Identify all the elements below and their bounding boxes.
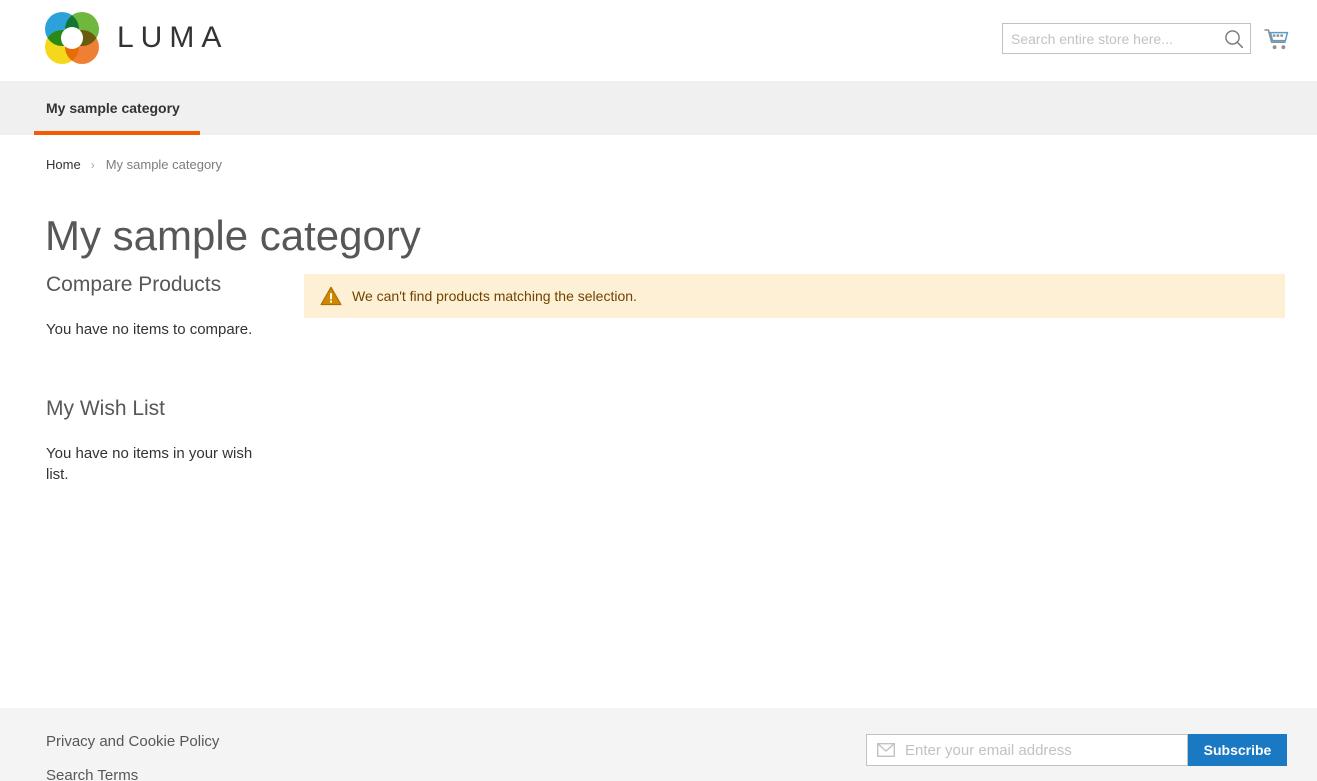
search-icon[interactable]	[1223, 28, 1247, 50]
site-logo[interactable]: LUMA	[45, 12, 228, 64]
main-navigation: My sample category	[0, 81, 1317, 135]
footer-links: Privacy and Cookie Policy Search Terms	[46, 733, 219, 781]
breadcrumb: Home › My sample category	[46, 157, 222, 172]
breadcrumb-home-link[interactable]: Home	[46, 157, 81, 172]
logo-text: LUMA	[117, 21, 229, 54]
newsletter-signup: Subscribe	[866, 734, 1287, 766]
compare-products-title: Compare Products	[46, 273, 222, 296]
search-input[interactable]	[1003, 24, 1221, 53]
sidebar: Compare Products You have no items to co…	[46, 272, 276, 541]
subscribe-button[interactable]: Subscribe	[1188, 734, 1287, 766]
footer-link-search-terms[interactable]: Search Terms	[46, 767, 219, 781]
envelope-icon	[877, 743, 895, 757]
nav-active-indicator	[34, 131, 200, 135]
page-root: LUMA My sampl	[0, 0, 1317, 781]
site-footer: Privacy and Cookie Policy Search Terms S…	[0, 708, 1317, 781]
nav-item-my-sample-category[interactable]: My sample category	[34, 81, 192, 135]
sidebar-block-compare-products: Compare Products You have no items to co…	[46, 272, 276, 340]
luma-flower-logo-icon	[45, 12, 99, 64]
newsletter-email-input[interactable]	[903, 736, 1179, 764]
page-title: My sample category	[45, 212, 421, 260]
search-box[interactable]	[1002, 23, 1251, 54]
shopping-cart-icon[interactable]	[1263, 26, 1291, 54]
breadcrumb-separator-icon: ›	[90, 157, 95, 172]
sidebar-block-wish-list: My Wish List You have no items in your w…	[46, 396, 276, 485]
site-header: LUMA	[0, 0, 1317, 81]
warning-triangle-icon	[320, 286, 342, 306]
newsletter-field[interactable]	[866, 734, 1188, 766]
no-products-message: We can't find products matching the sele…	[304, 274, 1285, 318]
wish-list-empty-text: You have no items in your wish list.	[46, 445, 253, 484]
wish-list-title: My Wish List	[46, 397, 166, 421]
footer-link-privacy-and-cookie-policy[interactable]: Privacy and Cookie Policy	[46, 733, 219, 750]
nav-item-label: My sample category	[46, 100, 180, 116]
breadcrumb-current: My sample category	[105, 157, 223, 172]
no-products-message-text: We can't find products matching the sele…	[352, 288, 637, 304]
compare-products-empty-text: You have no items to compare.	[46, 321, 253, 339]
